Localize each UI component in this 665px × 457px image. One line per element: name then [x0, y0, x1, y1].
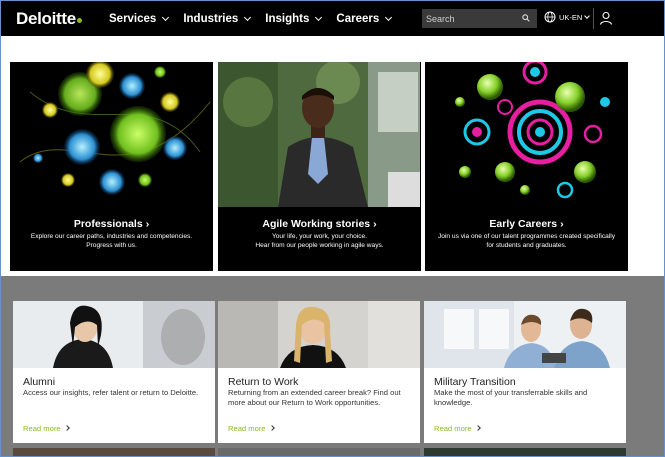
agile-working-desc-line2: Hear from our people working in agile wa…: [255, 242, 384, 249]
early-careers-card[interactable]: Early Careers › Join us via one of our ta…: [425, 62, 628, 271]
early-careers-title-text: Early Careers: [489, 218, 558, 230]
agile-working-title[interactable]: Agile Working stories ›: [218, 218, 421, 230]
chevron-down-icon: [162, 13, 170, 21]
next-row-card-preview: [218, 448, 420, 456]
next-row-card-preview: [13, 448, 215, 456]
chevron-right-icon: [474, 425, 481, 431]
agile-working-desc-line1: Your life, your work, your choice.: [271, 233, 368, 240]
chevron-down-icon: [315, 13, 323, 21]
return-to-work-description: Returning from an extended career break?…: [228, 388, 401, 407]
chevron-down-icon: [584, 13, 591, 19]
chevron-down-icon: [244, 13, 252, 21]
light-orbs-image: [19, 62, 211, 195]
search-icon[interactable]: [522, 14, 530, 22]
military-transition-card[interactable]: Military Transition Make the most of you…: [424, 301, 626, 443]
page-frame: Deloitte Services Industries Insights Ca…: [0, 0, 665, 457]
site-header: Deloitte Services Industries Insights Ca…: [1, 1, 664, 36]
professionals-title-text: Professionals: [73, 218, 143, 230]
professionals-desc-line2: Progress with us.: [86, 242, 137, 249]
alumni-read-more-link[interactable]: Read more: [23, 424, 70, 433]
chevron-right-icon: [268, 425, 275, 431]
nav-industries[interactable]: Industries: [183, 12, 252, 25]
main-nav: Services Industries Insights Careers: [109, 1, 406, 36]
search-box: [422, 9, 537, 28]
nav-services-label: Services: [109, 12, 157, 25]
early-careers-desc-line1: Join us via one of our talent programmes…: [437, 233, 616, 240]
professionals-desc-line1: Explore our career paths, industries and…: [30, 233, 193, 240]
return-to-work-card[interactable]: Return to Work Returning from an extende…: [218, 301, 420, 443]
logo-text: Deloitte: [16, 9, 76, 28]
header-divider: [593, 8, 594, 29]
chevron-down-icon: [385, 13, 393, 21]
chevron-right-icon: ›: [145, 218, 150, 230]
chevron-right-icon: ›: [373, 218, 377, 230]
chevron-right-icon: ›: [560, 218, 564, 230]
alumni-description: Access our insights, refer talent or ret…: [23, 388, 199, 397]
military-transition-read-more-label: Read more: [434, 424, 472, 433]
globe-icon: [544, 11, 556, 23]
user-icon[interactable]: [599, 11, 613, 25]
early-careers-title[interactable]: Early Careers ›: [425, 218, 628, 230]
alumni-photo: [13, 301, 215, 368]
chevron-right-icon: [63, 425, 70, 431]
language-label: UK-EN: [559, 12, 583, 22]
search-input[interactable]: [422, 9, 520, 28]
professionals-description: Explore our career paths, industries and…: [20, 232, 203, 250]
early-careers-desc-line2: for students and graduates.: [486, 242, 567, 249]
nav-industries-label: Industries: [183, 12, 239, 25]
agile-working-title-text: Agile Working stories: [262, 218, 371, 230]
return-to-work-title: Return to Work: [228, 376, 299, 388]
nav-insights[interactable]: Insights: [265, 12, 323, 25]
alumni-read-more-label: Read more: [23, 424, 61, 433]
agile-working-photo: [218, 62, 420, 207]
return-to-work-photo: [218, 301, 420, 368]
early-careers-description: Join us via one of our talent programmes…: [435, 232, 618, 250]
professionals-title[interactable]: Professionals ›: [10, 218, 213, 230]
professionals-card[interactable]: Professionals › Explore our career paths,…: [10, 62, 213, 271]
nav-services[interactable]: Services: [109, 12, 170, 25]
nav-careers-label: Careers: [336, 12, 380, 25]
language-selector[interactable]: UK-EN: [544, 11, 591, 23]
alumni-card[interactable]: Alumni Access our insights, refer talent…: [13, 301, 215, 443]
nav-careers[interactable]: Careers: [336, 12, 393, 25]
nav-insights-label: Insights: [265, 12, 310, 25]
military-transition-description: Make the most of your transferrable skil…: [434, 388, 588, 407]
agile-working-card[interactable]: Agile Working stories › Your life, your w…: [218, 62, 421, 271]
alumni-title: Alumni: [23, 376, 56, 388]
neon-rings-image: [455, 62, 610, 199]
military-transition-read-more-link[interactable]: Read more: [434, 424, 481, 433]
agile-working-description: Your life, your work, your choice. Hear …: [228, 232, 411, 250]
next-row-card-preview: [424, 448, 626, 456]
military-transition-title: Military Transition: [434, 376, 516, 388]
return-to-work-read-more-label: Read more: [228, 424, 266, 433]
deloitte-logo[interactable]: Deloitte: [16, 9, 82, 29]
military-transition-photo: [424, 301, 626, 368]
return-to-work-read-more-link[interactable]: Read more: [228, 424, 275, 433]
logo-dot: [76, 18, 82, 23]
